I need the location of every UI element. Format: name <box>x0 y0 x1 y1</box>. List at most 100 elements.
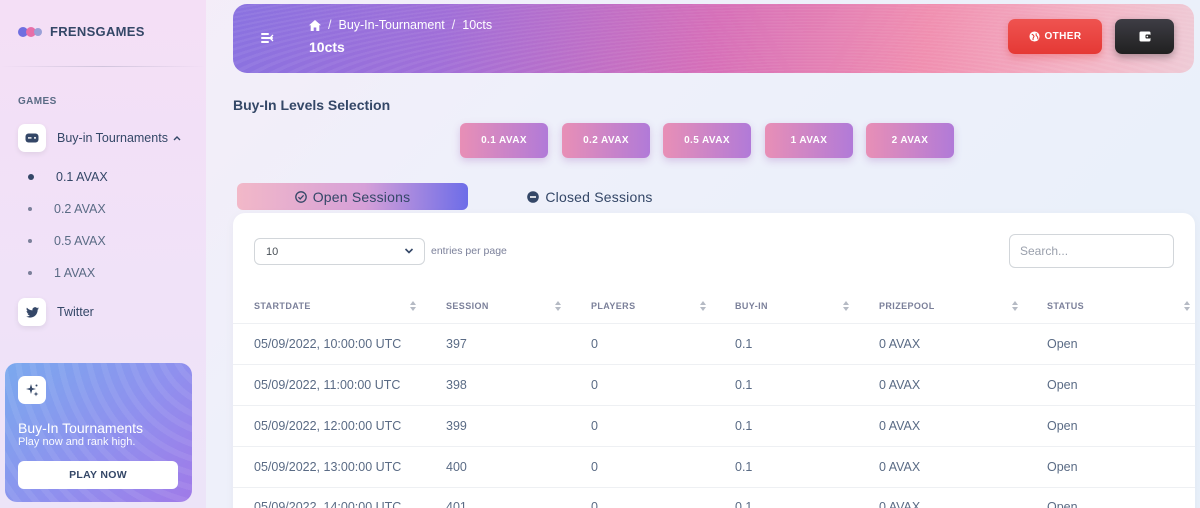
sort-icon[interactable] <box>1011 301 1019 312</box>
check-circle-icon <box>294 190 307 203</box>
sort-icon[interactable] <box>554 301 562 312</box>
play-now-button[interactable]: PLAY NOW <box>18 461 178 489</box>
cell-buy-in: 0.1 <box>735 500 753 508</box>
cell-prizepool: 0 AVAX <box>879 337 921 351</box>
column-header-players[interactable]: PLAYERS <box>591 301 635 311</box>
cell-players: 0 <box>591 337 598 351</box>
cell-startdate: 05/09/2022, 11:00:00 UTC <box>254 378 401 392</box>
sidebar-subitem-label: 0.2 AVAX <box>54 202 106 216</box>
column-header-status[interactable]: STATUS <box>1047 301 1084 311</box>
bullet-icon <box>28 271 32 275</box>
level-button-2-avax[interactable]: 2 AVAX <box>866 123 954 158</box>
breadcrumb-item[interactable]: Buy-In-Tournament <box>338 18 444 32</box>
other-button[interactable]: OTHER <box>1008 19 1102 54</box>
sidebar-subitem-0-1-avax[interactable]: 0.1 AVAX <box>28 170 108 184</box>
row-divider <box>233 405 1195 406</box>
column-header-session[interactable]: SESSION <box>446 301 489 311</box>
cell-buy-in: 0.1 <box>735 337 753 351</box>
cell-status: Open <box>1047 500 1078 508</box>
tab-closed-sessions[interactable]: Closed Sessions <box>470 183 710 210</box>
sidebar-subitem-label: 0.5 AVAX <box>54 234 106 248</box>
promo-title: Buy-In Tournaments <box>18 420 144 436</box>
other-button-label: OTHER <box>1044 31 1082 42</box>
menu-toggle-icon[interactable] <box>261 33 274 43</box>
cell-startdate: 05/09/2022, 12:00:00 UTC <box>254 419 402 433</box>
sort-icon[interactable] <box>842 301 850 312</box>
sidebar: FRENSGAMES GAMES Buy-in Tournaments 0.1 … <box>0 0 206 508</box>
sidebar-item-twitter[interactable]: Twitter <box>18 298 94 326</box>
cell-prizepool: 0 AVAX <box>879 500 921 508</box>
gamepad-icon <box>18 124 46 152</box>
sort-icon[interactable] <box>699 301 707 312</box>
cell-buy-in: 0.1 <box>735 460 753 474</box>
cell-players: 0 <box>591 419 598 433</box>
entries-per-page-select[interactable]: 10 <box>254 238 425 265</box>
sessions-table-card: 10 entries per page STARTDATE SESSION PL… <box>233 213 1195 508</box>
breadcrumb-item-current: 10cts <box>462 18 493 32</box>
brand-name: FRENSGAMES <box>50 24 145 39</box>
row-divider <box>233 364 1195 365</box>
bullet-icon <box>28 207 32 211</box>
tab-label: Open Sessions <box>312 188 411 205</box>
cell-startdate: 05/09/2022, 10:00:00 UTC <box>254 337 402 351</box>
sidebar-item-label: Twitter <box>57 305 94 319</box>
sidebar-subitem-0-2-avax[interactable]: 0.2 AVAX <box>28 202 106 216</box>
level-button-0-5-avax[interactable]: 0.5 AVAX <box>663 123 751 158</box>
cell-players: 0 <box>591 500 598 508</box>
brand-logo[interactable]: FRENSGAMES <box>18 24 145 39</box>
bullet-icon <box>28 174 34 180</box>
home-icon[interactable] <box>309 19 321 31</box>
cell-prizepool: 0 AVAX <box>879 419 921 433</box>
cell-status: Open <box>1047 419 1078 433</box>
cell-prizepool: 0 AVAX <box>879 378 921 392</box>
cell-status: Open <box>1047 460 1078 474</box>
sidebar-subitem-label: 1 AVAX <box>54 266 96 280</box>
sidebar-subitem-label: 0.1 AVAX <box>56 170 108 184</box>
level-button-1-avax[interactable]: 1 AVAX <box>765 123 853 158</box>
cell-startdate: 05/09/2022, 13:00:00 UTC <box>254 460 402 474</box>
column-header-startdate[interactable]: STARTDATE <box>254 301 311 311</box>
sort-icon[interactable] <box>1183 301 1191 312</box>
sidebar-item-label: Buy-in Tournaments <box>57 131 168 145</box>
sidebar-divider <box>0 66 206 67</box>
row-divider <box>233 446 1195 447</box>
cell-status: Open <box>1047 337 1078 351</box>
breadcrumb: / Buy-In-Tournament / 10cts <box>309 18 492 32</box>
sparkles-icon <box>18 376 46 404</box>
cell-buy-in: 0.1 <box>735 419 753 433</box>
cell-status: Open <box>1047 378 1078 392</box>
tab-open-sessions[interactable]: Open Sessions <box>237 183 468 210</box>
column-header-buy-in[interactable]: BUY-IN <box>735 301 768 311</box>
entries-select-value: 10 <box>266 245 279 258</box>
sidebar-section-label: GAMES <box>18 96 57 107</box>
cell-prizepool: 0 AVAX <box>879 460 921 474</box>
cell-session: 400 <box>446 460 467 474</box>
bullet-icon <box>28 239 32 243</box>
promo-card: Buy-In Tournaments Play now and rank hig… <box>5 363 192 502</box>
cell-session: 401 <box>446 500 467 508</box>
cell-players: 0 <box>591 460 598 474</box>
promo-subtitle: Play now and rank high. <box>18 436 136 448</box>
header-divider <box>233 323 1195 324</box>
sidebar-item-buy-in-tournaments[interactable]: Buy-in Tournaments <box>18 124 181 152</box>
tab-label: Closed Sessions <box>545 188 653 205</box>
breadcrumb-separator: / <box>328 18 332 32</box>
levels-section-title: Buy-In Levels Selection <box>233 97 391 113</box>
cell-session: 399 <box>446 419 467 433</box>
sidebar-subitem-0-5-avax[interactable]: 0.5 AVAX <box>28 234 106 248</box>
column-header-prizepool[interactable]: PRIZEPOOL <box>879 301 935 311</box>
page-title: 10cts <box>309 39 345 55</box>
cell-session: 397 <box>446 337 467 351</box>
cell-players: 0 <box>591 378 598 392</box>
page-header: / Buy-In-Tournament / 10cts 10cts OTHER <box>233 4 1194 73</box>
chevron-up-icon <box>173 136 181 141</box>
wallet-button[interactable] <box>1115 19 1174 54</box>
entries-per-page-label: entries per page <box>431 245 507 257</box>
level-button-0-1-avax[interactable]: 0.1 AVAX <box>460 123 548 158</box>
twitter-icon <box>18 298 46 326</box>
sidebar-subitem-1-avax[interactable]: 1 AVAX <box>28 266 95 280</box>
chevron-down-icon <box>404 248 414 254</box>
level-button-0-2-avax[interactable]: 0.2 AVAX <box>562 123 650 158</box>
search-input[interactable] <box>1009 234 1174 268</box>
sort-icon[interactable] <box>409 301 417 312</box>
